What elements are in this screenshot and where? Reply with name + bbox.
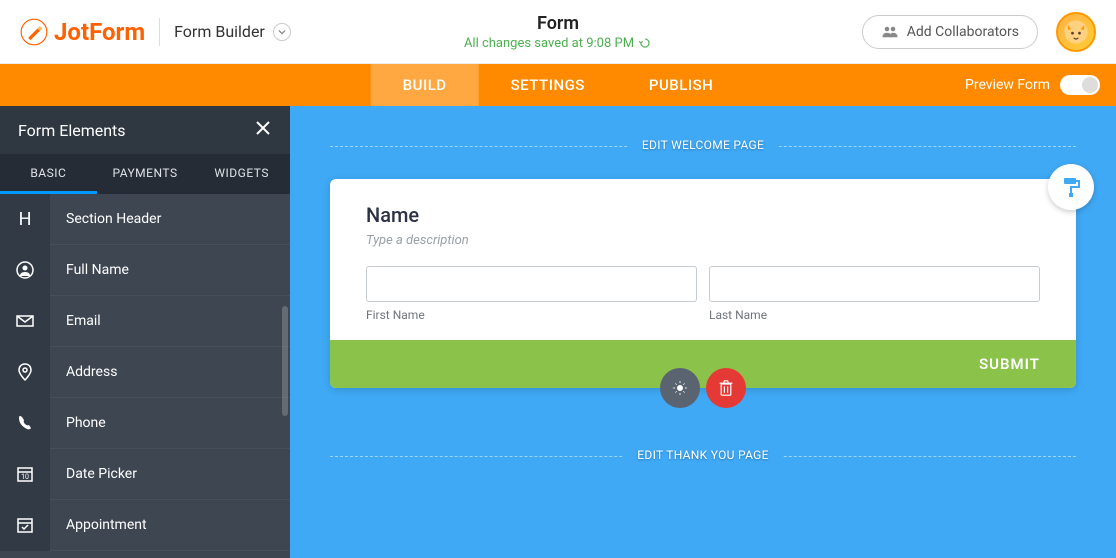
field-action-buttons bbox=[660, 368, 746, 408]
user-icon bbox=[0, 245, 50, 296]
form-card[interactable]: Name Type a description First Name Last … bbox=[330, 179, 1076, 388]
tab-build[interactable]: BUILD bbox=[371, 64, 479, 106]
heading-icon: H bbox=[0, 194, 50, 245]
submit-button[interactable]: SUBMIT bbox=[979, 355, 1040, 373]
last-name-col: Last Name bbox=[709, 266, 1040, 322]
paint-roller-icon bbox=[1059, 175, 1083, 199]
form-title[interactable]: Form bbox=[464, 13, 652, 34]
form-builder-dropdown[interactable] bbox=[273, 23, 291, 41]
sidebar-tabs: BASIC PAYMENTS WIDGETS bbox=[0, 154, 290, 194]
first-name-input[interactable] bbox=[366, 266, 697, 302]
field-delete-button[interactable] bbox=[706, 368, 746, 408]
chevron-down-icon bbox=[278, 28, 286, 36]
edit-thankyou-page[interactable]: EDIT THANK YOU PAGE bbox=[623, 448, 782, 462]
first-name-col: First Name bbox=[366, 266, 697, 322]
last-name-label: Last Name bbox=[709, 308, 1040, 322]
last-name-input[interactable] bbox=[709, 266, 1040, 302]
welcome-divider: EDIT WELCOME PAGE bbox=[330, 146, 1076, 147]
first-name-label: First Name bbox=[366, 308, 697, 322]
sidebar-header: Form Elements bbox=[0, 106, 290, 154]
form-builder-label: Form Builder bbox=[174, 22, 265, 41]
save-status: All changes saved at 9:08 PM bbox=[464, 36, 652, 51]
svg-text:H: H bbox=[19, 209, 32, 229]
element-full-name[interactable]: Full Name bbox=[0, 245, 290, 296]
nav-tabs: BUILD SETTINGS PUBLISH bbox=[371, 64, 746, 106]
close-icon bbox=[254, 119, 272, 137]
brand-name: JotForm bbox=[54, 18, 145, 46]
element-section-header[interactable]: H Section Header bbox=[0, 194, 290, 245]
element-address[interactable]: Address bbox=[0, 347, 290, 398]
svg-text:10: 10 bbox=[21, 473, 29, 481]
close-sidebar-button[interactable] bbox=[254, 119, 272, 141]
calendar-icon: 10 bbox=[0, 449, 50, 500]
sidebar-scrollbar[interactable] bbox=[282, 306, 288, 416]
workspace: Form Elements BASIC PAYMENTS WIDGETS H S… bbox=[0, 106, 1116, 558]
element-date-picker[interactable]: 10 Date Picker bbox=[0, 449, 290, 500]
field-settings-button[interactable] bbox=[660, 368, 700, 408]
element-email[interactable]: Email bbox=[0, 296, 290, 347]
sidebar-title: Form Elements bbox=[18, 121, 126, 140]
field-title[interactable]: Name bbox=[366, 203, 1040, 227]
sidebar: Form Elements BASIC PAYMENTS WIDGETS H S… bbox=[0, 106, 290, 558]
cat-avatar-icon bbox=[1062, 18, 1090, 46]
location-icon bbox=[0, 347, 50, 398]
brand-logo[interactable]: JotForm bbox=[20, 18, 145, 46]
envelope-icon bbox=[0, 296, 50, 347]
topbar-right: Add Collaborators bbox=[862, 12, 1096, 52]
sidebar-tab-payments[interactable]: PAYMENTS bbox=[97, 154, 194, 194]
form-designer-button[interactable] bbox=[1048, 164, 1094, 210]
field-description[interactable]: Type a description bbox=[366, 233, 1040, 248]
trash-icon bbox=[718, 379, 734, 397]
thankyou-divider: EDIT THANK YOU PAGE bbox=[330, 456, 1076, 457]
history-icon[interactable] bbox=[638, 36, 652, 50]
preview-toggle[interactable] bbox=[1060, 75, 1100, 95]
main-nav: BUILD SETTINGS PUBLISH Preview Form bbox=[0, 64, 1116, 106]
element-appointment[interactable]: Appointment bbox=[0, 500, 290, 551]
sidebar-tab-basic[interactable]: BASIC bbox=[0, 154, 97, 194]
tab-publish[interactable]: PUBLISH bbox=[617, 64, 745, 106]
name-row: First Name Last Name bbox=[366, 266, 1040, 322]
edit-welcome-page[interactable]: EDIT WELCOME PAGE bbox=[628, 138, 778, 152]
user-avatar[interactable] bbox=[1056, 12, 1096, 52]
sidebar-tab-widgets[interactable]: WIDGETS bbox=[193, 154, 290, 194]
preview-form-label: Preview Form bbox=[965, 77, 1050, 93]
form-title-block: Form All changes saved at 9:08 PM bbox=[464, 13, 652, 51]
add-collaborators-button[interactable]: Add Collaborators bbox=[862, 15, 1038, 49]
form-body: Name Type a description First Name Last … bbox=[330, 179, 1076, 340]
pencil-icon bbox=[20, 18, 48, 46]
tab-settings[interactable]: SETTINGS bbox=[479, 64, 617, 106]
gear-icon bbox=[671, 379, 689, 397]
phone-icon bbox=[0, 398, 50, 449]
nav-right: Preview Form bbox=[965, 75, 1116, 95]
divider bbox=[159, 18, 160, 46]
elements-list: H Section Header Full Name Email Address… bbox=[0, 194, 290, 558]
form-canvas: EDIT WELCOME PAGE Name Type a descriptio… bbox=[290, 106, 1116, 558]
top-bar: JotForm Form Builder Form All changes sa… bbox=[0, 0, 1116, 64]
element-phone[interactable]: Phone bbox=[0, 398, 290, 449]
calendar-check-icon bbox=[0, 500, 50, 551]
people-icon bbox=[881, 25, 899, 39]
